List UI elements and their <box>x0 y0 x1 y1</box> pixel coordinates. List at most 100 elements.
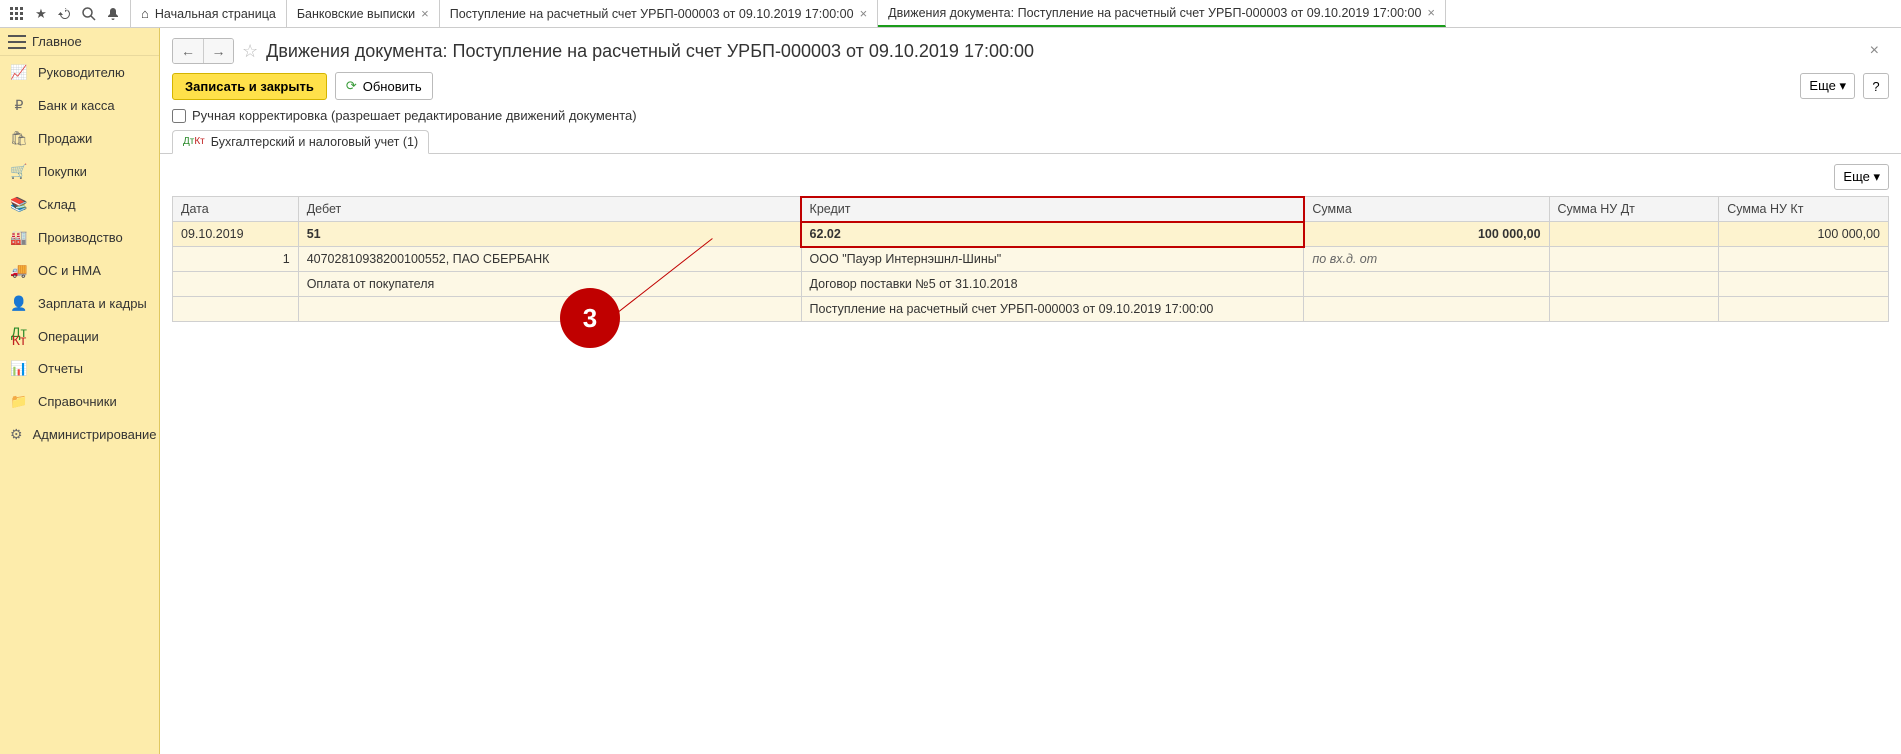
sidebar-item-label: Операции <box>38 329 99 344</box>
grid-more-button[interactable]: Еще ▾ <box>1834 164 1889 190</box>
sidebar-item-warehouse[interactable]: 📚 Склад <box>0 188 159 221</box>
sidebar-item-label: Покупки <box>38 164 87 179</box>
col-credit[interactable]: Кредит <box>801 197 1304 222</box>
star-icon[interactable]: ★ <box>30 3 52 25</box>
sidebar-item-production[interactable]: 🏭 Производство <box>0 221 159 254</box>
sidebar-item-label: Банк и касса <box>38 98 115 113</box>
cell-debit-sub: 40702810938200100552, ПАО СБЕРБАНК <box>298 247 801 272</box>
folder-icon: 📁 <box>10 393 28 410</box>
cell-sum: 100 000,00 <box>1304 222 1549 247</box>
sidebar-item-label: Склад <box>38 197 76 212</box>
sidebar-item-manager[interactable]: 📈 Руководителю <box>0 56 159 89</box>
col-sum-nu-kt[interactable]: Сумма НУ Кт <box>1719 197 1889 222</box>
sheet-tab-accounting[interactable]: ДтКт Бухгалтерский и налоговый учет (1) <box>172 130 429 154</box>
cell-sum-nu-dt <box>1549 222 1719 247</box>
help-button[interactable]: ? <box>1863 73 1889 99</box>
tab-receipt[interactable]: Поступление на расчетный счет УРБП-00000… <box>440 0 878 27</box>
table-row[interactable]: 09.10.2019 51 62.02 100 000,00 100 000,0… <box>173 222 1889 247</box>
sidebar-item-operations[interactable]: ДтКт Операции <box>0 320 159 352</box>
sidebar-main[interactable]: Главное <box>0 28 159 56</box>
grid-wrap: Еще ▾ Дата Дебет Кредит Сумма Сумма НУ Д… <box>160 154 1901 334</box>
cell-n: 1 <box>173 247 299 272</box>
sidebar-item-label: Отчеты <box>38 361 83 376</box>
close-icon[interactable]: × <box>1870 42 1889 60</box>
sheet-tabs: ДтКт Бухгалтерский и налоговый учет (1) <box>160 129 1901 154</box>
page-title: Движения документа: Поступление на расче… <box>266 41 1034 62</box>
cell-debit-sub: Оплата от покупателя <box>298 272 801 297</box>
save-close-button[interactable]: Записать и закрыть <box>172 73 327 100</box>
col-sum-nu-dt[interactable]: Сумма НУ Дт <box>1549 197 1719 222</box>
manual-checkbox[interactable] <box>172 109 186 123</box>
back-button[interactable]: ← <box>173 39 203 63</box>
sidebar-item-admin[interactable]: ⚙ Администрирование <box>0 418 159 451</box>
sidebar-item-label: Справочники <box>38 394 117 409</box>
history-icon[interactable] <box>54 3 76 25</box>
forward-button[interactable]: → <box>203 39 233 63</box>
truck-icon: 🚚 <box>10 262 28 279</box>
dtkt-icon: ДтКт <box>183 138 205 146</box>
factory-icon: 🏭 <box>10 229 28 246</box>
tab-movements[interactable]: Движения документа: Поступление на расче… <box>878 0 1446 27</box>
refresh-icon: ⟳ <box>346 78 357 94</box>
table-header-row: Дата Дебет Кредит Сумма Сумма НУ Дт Сумм… <box>173 197 1889 222</box>
table-row[interactable]: Поступление на расчетный счет УРБП-00000… <box>173 297 1889 322</box>
tab-label: Движения документа: Поступление на расче… <box>888 6 1421 20</box>
dtkt-icon: ДтКт <box>10 328 28 344</box>
tab-label: Поступление на расчетный счет УРБП-00000… <box>450 7 854 21</box>
burger-icon <box>8 35 26 49</box>
close-icon[interactable]: × <box>860 6 868 21</box>
table-row[interactable]: Оплата от покупателя Договор поставки №5… <box>173 272 1889 297</box>
apps-icon[interactable] <box>6 3 28 25</box>
col-date[interactable]: Дата <box>173 197 299 222</box>
nav-buttons: ← → <box>172 38 234 64</box>
cell-credit-acc: 62.02 <box>801 222 1304 247</box>
close-icon[interactable]: × <box>421 6 429 21</box>
cell-debit-acc: 51 <box>298 222 801 247</box>
sidebar-item-bank[interactable]: ₽ Банк и касса <box>0 89 159 122</box>
sheet-tab-label: Бухгалтерский и налоговый учет (1) <box>211 135 418 149</box>
refresh-button[interactable]: ⟳ Обновить <box>335 72 433 100</box>
bell-icon[interactable] <box>102 3 124 25</box>
home-icon: ⌂ <box>141 6 149 21</box>
person-icon: 👤 <box>10 295 28 312</box>
close-icon[interactable]: × <box>1427 5 1435 20</box>
sidebar-item-purchases[interactable]: 🛒 Покупки <box>0 155 159 188</box>
sidebar-item-sales[interactable]: 🛍 Продажи <box>0 122 159 155</box>
manual-row: Ручная корректировка (разрешает редактир… <box>160 108 1901 129</box>
more-button[interactable]: Еще ▾ <box>1800 73 1855 99</box>
command-bar: Записать и закрыть ⟳ Обновить Еще ▾ ? <box>160 72 1901 108</box>
search-icon[interactable] <box>78 3 100 25</box>
stack-icon: 📚 <box>10 196 28 213</box>
sidebar-item-reports[interactable]: 📊 Отчеты <box>0 352 159 385</box>
tab-label: Начальная страница <box>155 7 276 21</box>
cart-icon: 🛒 <box>10 163 28 180</box>
table-row[interactable]: 1 40702810938200100552, ПАО СБЕРБАНК ООО… <box>173 247 1889 272</box>
gear-icon: ⚙ <box>10 426 23 443</box>
window-tabs: ⌂ Начальная страница Банковские выписки … <box>131 0 1901 27</box>
tab-home[interactable]: ⌂ Начальная страница <box>131 0 287 27</box>
sidebar-item-directories[interactable]: 📁 Справочники <box>0 385 159 418</box>
sidebar-item-label: Руководителю <box>38 65 125 80</box>
box-icon: 🛍 <box>10 130 28 147</box>
entries-table: Дата Дебет Кредит Сумма Сумма НУ Дт Сумм… <box>172 196 1889 322</box>
sidebar-item-label: Продажи <box>38 131 92 146</box>
chart-icon: 📈 <box>10 64 28 81</box>
favorite-star-icon[interactable]: ☆ <box>242 41 258 62</box>
ruble-icon: ₽ <box>10 97 28 114</box>
cell-credit-sub: Договор поставки №5 от 31.10.2018 <box>801 272 1304 297</box>
bars-icon: 📊 <box>10 360 28 377</box>
sidebar-item-hr[interactable]: 👤 Зарплата и кадры <box>0 287 159 320</box>
sidebar-item-label: Администрирование <box>33 427 157 442</box>
tab-bank-statements[interactable]: Банковские выписки × <box>287 0 440 27</box>
top-toolbar: ★ ⌂ Начальная страница Банковские выписк… <box>0 0 1901 28</box>
sidebar-main-label: Главное <box>32 34 82 49</box>
cell-sum-nu-kt: 100 000,00 <box>1719 222 1889 247</box>
sidebar-item-label: Производство <box>38 230 123 245</box>
sidebar-item-assets[interactable]: 🚚ОС и НМА <box>0 254 159 287</box>
manual-label: Ручная корректировка (разрешает редактир… <box>192 108 637 123</box>
col-sum[interactable]: Сумма <box>1304 197 1549 222</box>
sidebar-item-label: Зарплата и кадры <box>38 296 147 311</box>
col-debit[interactable]: Дебет <box>298 197 801 222</box>
refresh-label: Обновить <box>363 79 422 94</box>
cell-credit-sub: Поступление на расчетный счет УРБП-00000… <box>801 297 1304 322</box>
